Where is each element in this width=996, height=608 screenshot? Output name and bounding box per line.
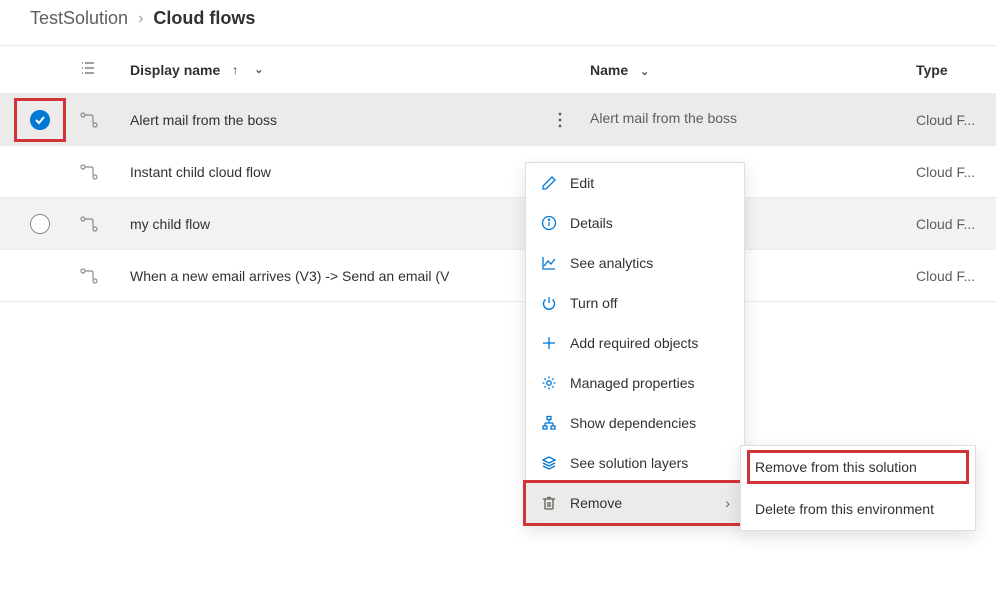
table-row[interactable]: Alert mail from the boss Alert mail from… <box>0 94 996 146</box>
chart-icon <box>540 255 558 271</box>
menu-item-label: See analytics <box>570 255 653 271</box>
chevron-right-icon: › <box>725 495 730 511</box>
menu-item-label: Remove <box>570 495 622 511</box>
row-display-name: When a new email arrives (V3) -> Send an… <box>130 268 449 284</box>
chevron-right-icon: › <box>138 10 143 28</box>
sort-ascending-icon: ↑ <box>232 63 238 77</box>
menu-item-solution-layers[interactable]: See solution layers <box>526 443 744 483</box>
menu-item-label: See solution layers <box>570 455 688 471</box>
menu-item-dependencies[interactable]: Show dependencies <box>526 403 744 443</box>
chevron-down-icon: ⌄ <box>254 63 263 76</box>
table-header: Display name ↑ ⌄ Name ⌄ Type <box>0 46 996 94</box>
list-icon[interactable] <box>80 60 96 79</box>
info-icon <box>540 215 558 231</box>
submenu-delete-from-environment[interactable]: Delete from this environment <box>741 488 975 530</box>
row-display-name: my child flow <box>130 216 210 232</box>
menu-item-edit[interactable]: Edit <box>526 163 744 203</box>
gear-icon <box>540 375 558 391</box>
flow-icon <box>80 163 98 181</box>
menu-item-details[interactable]: Details <box>526 203 744 243</box>
menu-item-turnoff[interactable]: Turn off <box>526 283 744 323</box>
power-icon <box>540 295 558 311</box>
row-actions-button[interactable] <box>530 112 590 128</box>
context-submenu: Remove from this solution Delete from th… <box>740 445 976 531</box>
row-name: Alert mail from the boss <box>590 110 737 126</box>
table-row[interactable]: When a new email arrives (V3) -> Send an… <box>0 250 996 302</box>
context-menu: Edit Details See analytics Turn off Add … <box>525 162 745 524</box>
table-row[interactable]: Instant child cloud flow Cloud F... <box>0 146 996 198</box>
menu-item-label: Turn off <box>570 295 617 311</box>
submenu-remove-from-solution[interactable]: Remove from this solution <box>741 446 975 488</box>
menu-item-label: Show dependencies <box>570 415 696 431</box>
row-type: Cloud F... <box>916 112 996 128</box>
row-select-checkbox[interactable] <box>30 214 50 234</box>
breadcrumb-parent[interactable]: TestSolution <box>30 8 128 29</box>
breadcrumb-current: Cloud flows <box>153 8 255 29</box>
row-type: Cloud F... <box>916 164 996 180</box>
flow-icon <box>80 111 98 129</box>
menu-item-add-required[interactable]: Add required objects <box>526 323 744 363</box>
row-select-checkbox[interactable] <box>30 110 50 130</box>
flows-table: Display name ↑ ⌄ Name ⌄ Type Alert mail … <box>0 45 996 302</box>
breadcrumb: TestSolution › Cloud flows <box>0 0 996 45</box>
menu-item-label: Managed properties <box>570 375 695 391</box>
row-display-name: Instant child cloud flow <box>130 164 271 180</box>
layers-icon <box>540 455 558 471</box>
pencil-icon <box>540 175 558 191</box>
chevron-down-icon: ⌄ <box>640 66 649 78</box>
plus-icon <box>540 335 558 351</box>
col-header-name-label: Name <box>590 62 628 78</box>
kebab-icon <box>558 112 562 128</box>
tree-icon <box>540 415 558 431</box>
submenu-item-label: Remove from this solution <box>755 459 917 475</box>
flow-icon <box>80 267 98 285</box>
col-header-type[interactable]: Type <box>916 62 996 78</box>
menu-item-label: Edit <box>570 175 594 191</box>
col-header-display-name[interactable]: Display name ↑ ⌄ <box>130 62 530 78</box>
row-type: Cloud F... <box>916 216 996 232</box>
col-header-name[interactable]: Name ⌄ <box>590 62 916 78</box>
menu-item-analytics[interactable]: See analytics <box>526 243 744 283</box>
row-display-name: Alert mail from the boss <box>130 112 277 128</box>
menu-item-label: Details <box>570 215 613 231</box>
table-row[interactable]: my child flow Cloud F... <box>0 198 996 250</box>
menu-item-remove[interactable]: Remove › <box>526 483 744 523</box>
flow-icon <box>80 215 98 233</box>
row-type: Cloud F... <box>916 268 996 284</box>
col-header-display-label: Display name <box>130 62 220 78</box>
menu-item-managed-properties[interactable]: Managed properties <box>526 363 744 403</box>
trash-icon <box>540 495 558 511</box>
menu-item-label: Add required objects <box>570 335 698 351</box>
submenu-item-label: Delete from this environment <box>755 501 934 517</box>
